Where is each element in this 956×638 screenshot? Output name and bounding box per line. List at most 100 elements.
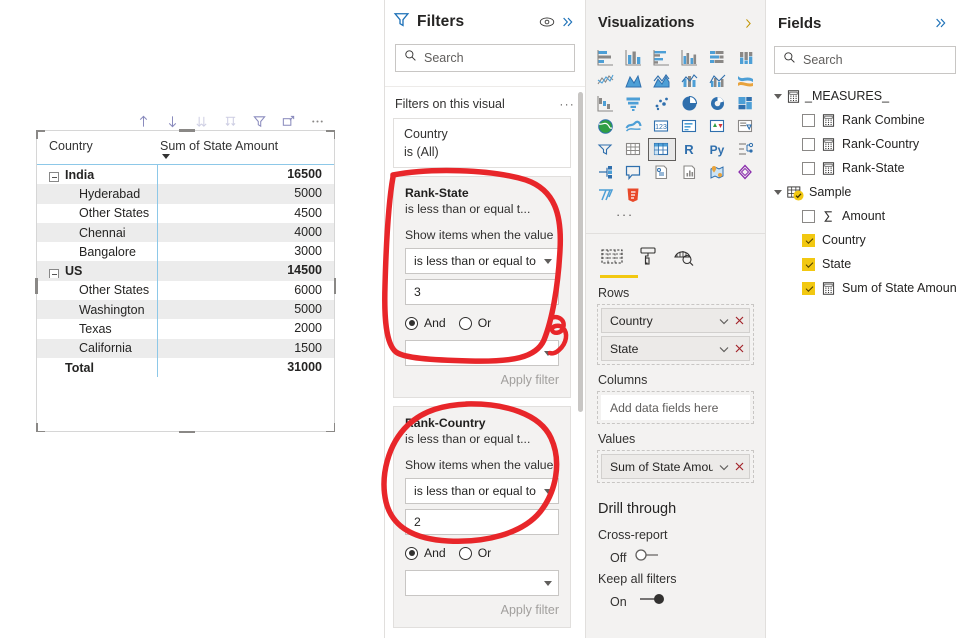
line-chart-icon[interactable] — [592, 69, 620, 92]
collapse-minus-icon[interactable] — [49, 268, 59, 279]
table-row[interactable]: Other States 4500 — [37, 203, 334, 223]
matrix-icon[interactable] — [647, 138, 676, 161]
chevron-down-icon[interactable] — [719, 341, 729, 356]
tab-format[interactable] — [637, 245, 659, 278]
filter-card-rank-state[interactable]: Rank-State is less than or equal t... Show… — [393, 176, 571, 398]
table-row[interactable]: Chennai 4000 — [37, 222, 334, 243]
stacked-area-chart-icon[interactable] — [648, 69, 676, 92]
filter-condition-dropdown[interactable]: is less than or equal to — [405, 478, 559, 504]
resize-handle-bottom-right[interactable] — [326, 423, 335, 432]
matrix-row-label[interactable]: US — [37, 264, 157, 279]
well-dropzone-rows[interactable]: Country State — [597, 304, 754, 365]
decomposition-tree-icon[interactable] — [731, 138, 759, 161]
chevron-down-icon[interactable] — [719, 459, 729, 474]
100-stacked-bar-chart-icon[interactable] — [703, 46, 731, 69]
scatter-chart-icon[interactable] — [648, 92, 676, 115]
well-pill[interactable]: State — [601, 336, 750, 361]
filter-value-input[interactable]: 2 — [405, 509, 559, 535]
area-chart-icon[interactable] — [620, 69, 648, 92]
table-row[interactable]: Texas 2000 — [37, 319, 334, 339]
filter-card-country[interactable]: Country is (All) — [393, 118, 571, 168]
radio-or[interactable] — [458, 546, 472, 560]
resize-handle-right[interactable] — [333, 278, 336, 294]
resize-handle-bottom-left[interactable] — [36, 423, 45, 432]
fields-search-input[interactable]: Search — [774, 46, 956, 74]
field-item[interactable]: Country — [766, 228, 956, 252]
r-script-visual-icon[interactable]: R — [676, 138, 704, 161]
hide-filter-icon[interactable] — [539, 15, 555, 29]
matrix-row-label[interactable]: India — [37, 168, 157, 182]
table-row[interactable]: Hyderabad 5000 — [37, 184, 334, 204]
power-apps-icon[interactable] — [731, 161, 759, 184]
waterfall-chart-icon[interactable] — [592, 92, 620, 115]
field-checkbox[interactable] — [802, 161, 815, 175]
field-checkbox[interactable] — [802, 137, 815, 151]
donut-chart-icon[interactable] — [703, 92, 731, 115]
table-icon[interactable] — [620, 138, 648, 161]
gauge-icon[interactable]: 123 — [648, 115, 676, 138]
field-item[interactable]: Rank-Country — [766, 132, 956, 156]
matrix-row-label[interactable]: Washington — [37, 303, 157, 317]
fields-group-sample[interactable]: Sample — [766, 180, 956, 204]
stacked-bar-chart-icon[interactable] — [592, 46, 620, 69]
q-and-a-icon[interactable] — [620, 161, 648, 184]
filters-section-more-icon[interactable]: ··· — [559, 97, 575, 111]
map-icon[interactable] — [592, 115, 620, 138]
matrix-row-label[interactable]: Texas — [37, 322, 157, 336]
matrix-row-label[interactable]: Hyderabad — [37, 187, 157, 201]
matrix-row-label[interactable]: Other States — [37, 283, 157, 297]
100-stacked-column-chart-icon[interactable] — [731, 46, 759, 69]
pie-chart-icon[interactable] — [676, 92, 704, 115]
apply-filter-button[interactable]: Apply filter — [405, 373, 559, 387]
html-viewer-icon[interactable] — [620, 184, 648, 207]
remove-field-icon[interactable] — [735, 459, 744, 474]
line-stacked-column-chart-icon[interactable] — [676, 69, 704, 92]
multi-row-card-icon[interactable] — [703, 115, 731, 138]
smart-narrative-icon[interactable] — [676, 161, 704, 184]
slicer-icon[interactable] — [592, 138, 620, 161]
apply-filter-button[interactable]: Apply filter — [405, 603, 559, 617]
radio-and[interactable] — [405, 316, 418, 330]
resize-handle-top-right[interactable] — [326, 130, 335, 139]
field-item[interactable]: Rank Combine — [766, 108, 956, 132]
card-icon[interactable] — [676, 115, 704, 138]
matrix-visual[interactable]: Country Sum of State Amount India 16500 Hy… — [35, 129, 336, 433]
filters-pane-scrollbar[interactable] — [578, 92, 583, 412]
table-row[interactable]: California 1500 — [37, 338, 334, 358]
filter-value-input[interactable]: 3 — [405, 279, 559, 305]
filled-map-icon[interactable] — [620, 115, 648, 138]
table-row[interactable]: Other States 6000 — [37, 280, 334, 301]
collapse-pane-chevron-icon[interactable] — [561, 15, 575, 29]
cross-report-toggle[interactable] — [634, 548, 668, 567]
table-row[interactable]: US 14500 — [37, 261, 334, 281]
paginated-report-icon[interactable] — [648, 161, 676, 184]
funnel-chart-icon[interactable] — [620, 92, 648, 115]
remove-field-icon[interactable] — [735, 313, 744, 328]
treemap-icon[interactable] — [731, 92, 759, 115]
collapse-fields-chevron-icon[interactable] — [934, 16, 948, 30]
field-checkbox[interactable] — [802, 209, 815, 223]
chevron-down-icon[interactable] — [774, 93, 782, 99]
keep-all-filters-toggle-row[interactable]: On — [586, 586, 765, 611]
stacked-column-chart-icon[interactable] — [620, 46, 648, 69]
field-item[interactable]: Sum of State Amount — [766, 276, 956, 300]
field-item[interactable]: State — [766, 252, 956, 276]
matrix-row-label[interactable]: Other States — [37, 206, 157, 220]
keep-all-filters-toggle[interactable] — [635, 592, 669, 611]
table-row[interactable]: India 16500 — [37, 165, 334, 185]
key-influencers-icon[interactable] — [592, 161, 620, 184]
chevron-down-icon[interactable] — [719, 313, 729, 328]
well-dropzone-columns[interactable]: Add data fields here — [597, 391, 754, 424]
cross-report-toggle-row[interactable]: Off — [586, 542, 765, 567]
table-row[interactable]: Washington 5000 — [37, 300, 334, 320]
field-checkbox[interactable] — [802, 233, 815, 247]
field-checkbox[interactable] — [802, 113, 815, 127]
field-item[interactable]: Amount — [766, 204, 956, 228]
chevron-down-icon[interactable] — [774, 189, 782, 195]
resize-handle-top[interactable] — [179, 129, 195, 132]
filter-condition-dropdown[interactable]: is less than or equal to — [405, 248, 559, 274]
well-dropzone-values[interactable]: Sum of State Amount — [597, 450, 754, 483]
fields-group--measures-[interactable]: _MEASURES_ — [766, 84, 956, 108]
arcgis-map-icon[interactable] — [703, 161, 731, 184]
column-header-sum-of-state-amount[interactable]: Sum of State Amount — [157, 139, 334, 159]
